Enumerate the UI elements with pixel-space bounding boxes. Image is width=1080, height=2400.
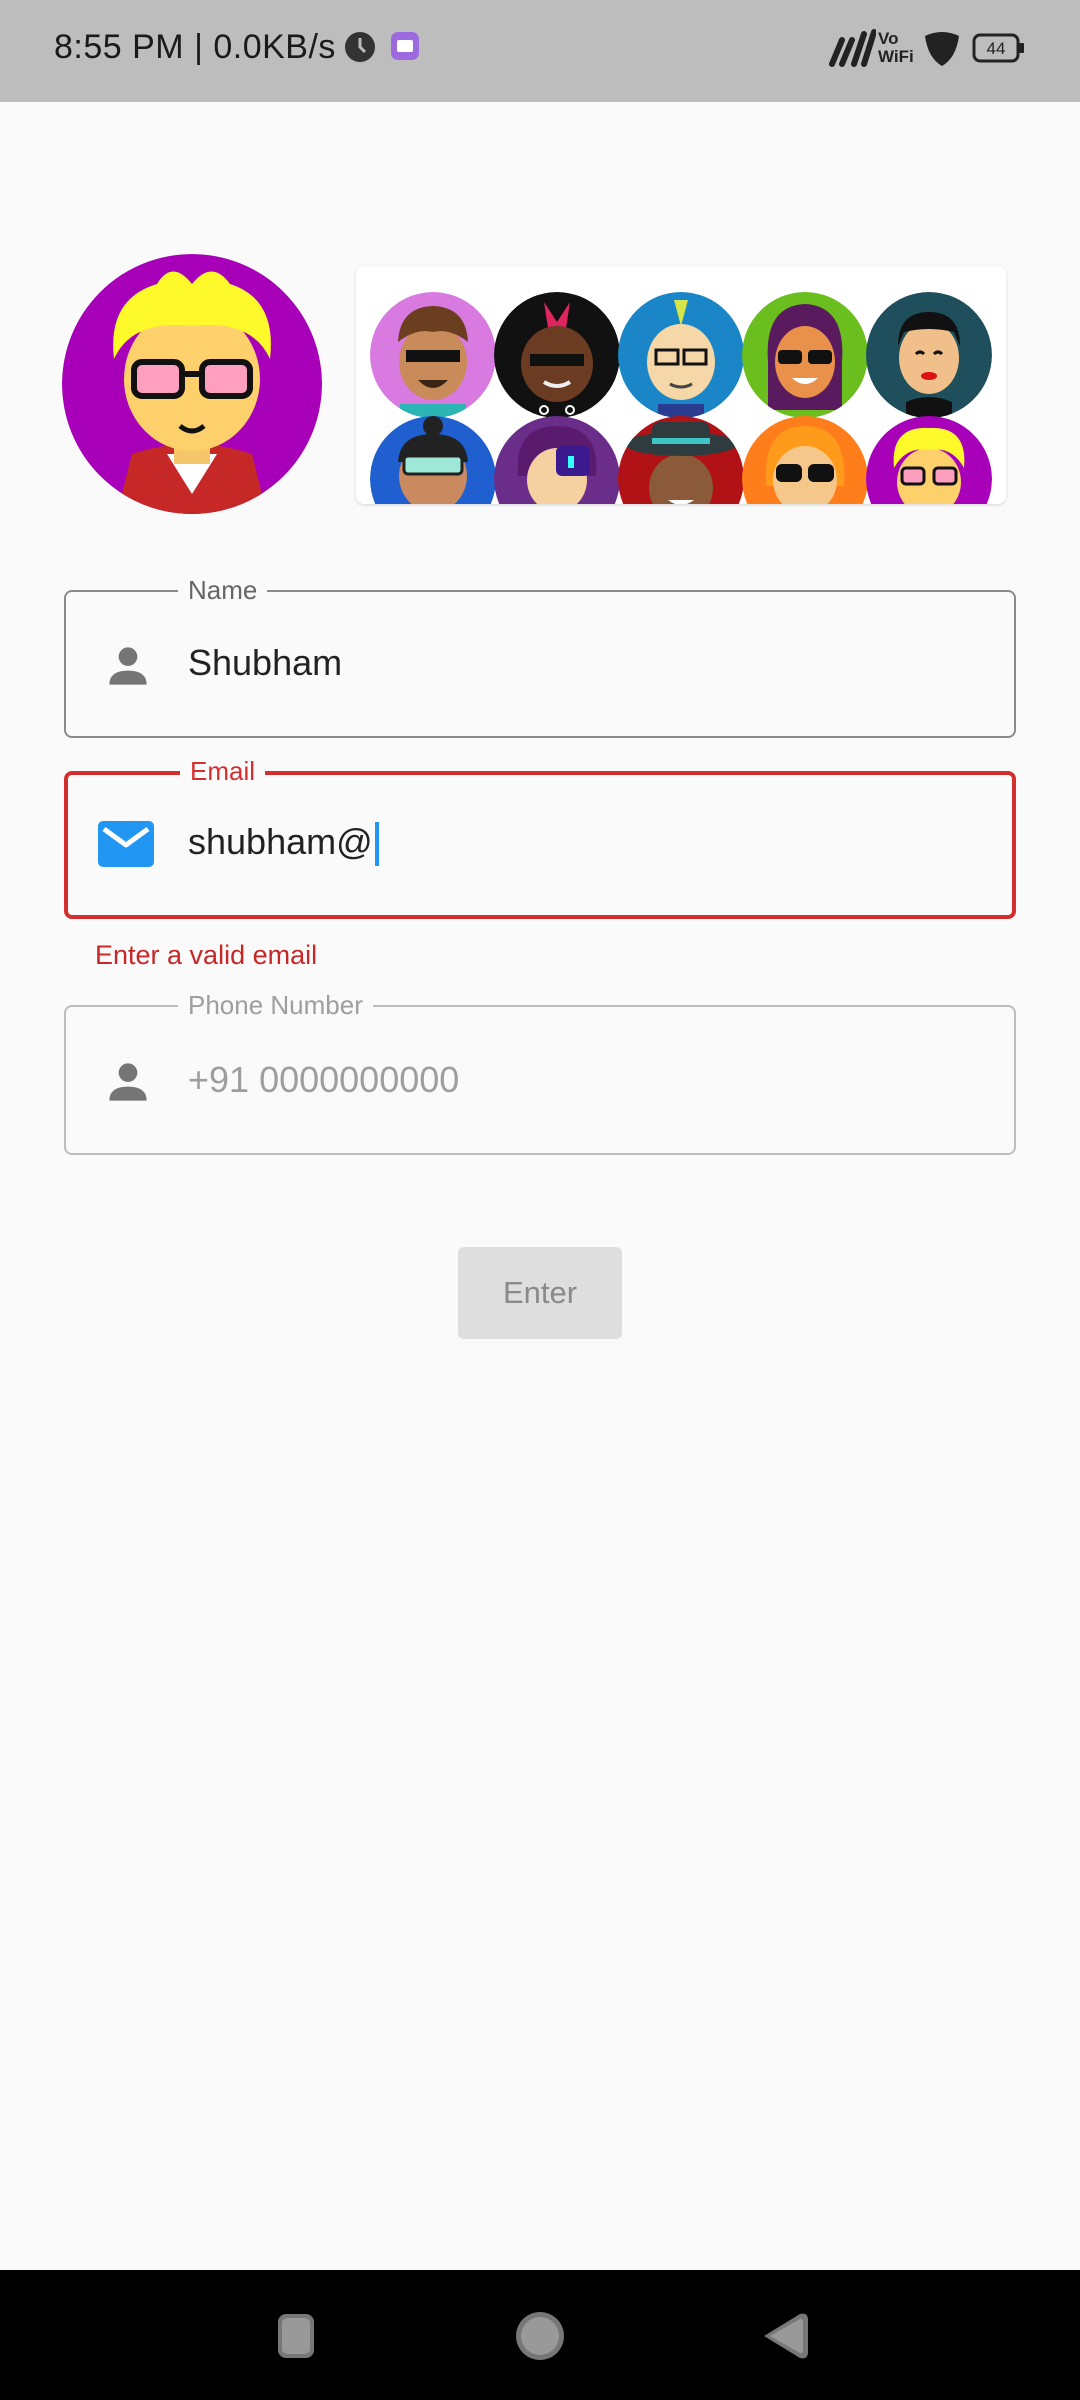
name-input[interactable]: Shubham: [188, 642, 342, 684]
avatar-option[interactable]: [494, 416, 620, 504]
avatar-picker[interactable]: [356, 266, 1006, 504]
app-notification-icon: [389, 30, 425, 66]
battery-level: 44: [987, 39, 1006, 58]
avatar-black-hair-red-lips-icon: [866, 292, 992, 418]
avatar-purple-hair-mask-icon: [494, 416, 620, 504]
phone-field[interactable]: Phone Number +91 0000000000: [64, 989, 1016, 1155]
home-icon[interactable]: [512, 2308, 568, 2369]
status-time: 8:55 PM | 0.0KB/s: [54, 28, 336, 66]
selected-avatar[interactable]: [62, 254, 322, 514]
avatar-curly-pixel-glasses-icon: [370, 292, 496, 418]
name-field[interactable]: Name Shubham: [64, 574, 1016, 738]
avatar-option[interactable]: [370, 416, 496, 504]
vowifi-icon: Vo WiFi: [878, 29, 914, 66]
recents-icon[interactable]: [268, 2308, 324, 2369]
avatar-option[interactable]: [618, 416, 744, 504]
navigation-bar: [0, 2270, 1080, 2400]
enter-button[interactable]: Enter: [458, 1247, 622, 1339]
email-field[interactable]: Email shubham@: [64, 755, 1016, 919]
person-icon: [100, 1054, 156, 1115]
phone-input[interactable]: +91 0000000000: [188, 1059, 459, 1101]
clock-icon: [343, 30, 379, 66]
avatar-option[interactable]: [494, 292, 620, 418]
avatar-option[interactable]: [370, 292, 496, 418]
signal-icon: [828, 24, 877, 77]
battery-icon: 44: [972, 32, 1026, 69]
email-error-text: Enter a valid email: [95, 940, 318, 970]
shield-icon: [922, 28, 962, 73]
avatar-option[interactable]: [866, 292, 992, 418]
avatar-teal-hat-icon: [618, 416, 744, 504]
avatar-orange-hair-sunglasses-icon: [742, 416, 868, 504]
avatar-option[interactable]: [742, 416, 868, 504]
avatar-topknot-goggles-icon: [370, 416, 496, 504]
avatar-blond-pink-glasses-icon: [62, 254, 322, 514]
back-icon[interactable]: [756, 2308, 812, 2369]
avatar-option[interactable]: [742, 292, 868, 418]
person-icon: [100, 638, 156, 699]
avatar-red-mohawk-pixel-glasses-icon: [494, 292, 620, 418]
avatar-green-mohawk-glasses-icon: [618, 292, 744, 418]
avatar-blond-pink-glasses-icon: [866, 416, 992, 504]
mail-icon: [98, 821, 154, 872]
avatar-option[interactable]: [618, 292, 744, 418]
status-bar: 8:55 PM | 0.0KB/s Vo WiFi 44: [0, 0, 1080, 102]
avatar-purple-hair-sunglasses-icon: [742, 292, 868, 418]
email-input[interactable]: shubham@: [188, 821, 379, 867]
email-label: Email: [180, 755, 266, 787]
phone-label: Phone Number: [178, 989, 373, 1021]
avatar-option[interactable]: [866, 416, 992, 504]
text-cursor: [374, 822, 379, 867]
name-label: Name: [178, 574, 268, 606]
